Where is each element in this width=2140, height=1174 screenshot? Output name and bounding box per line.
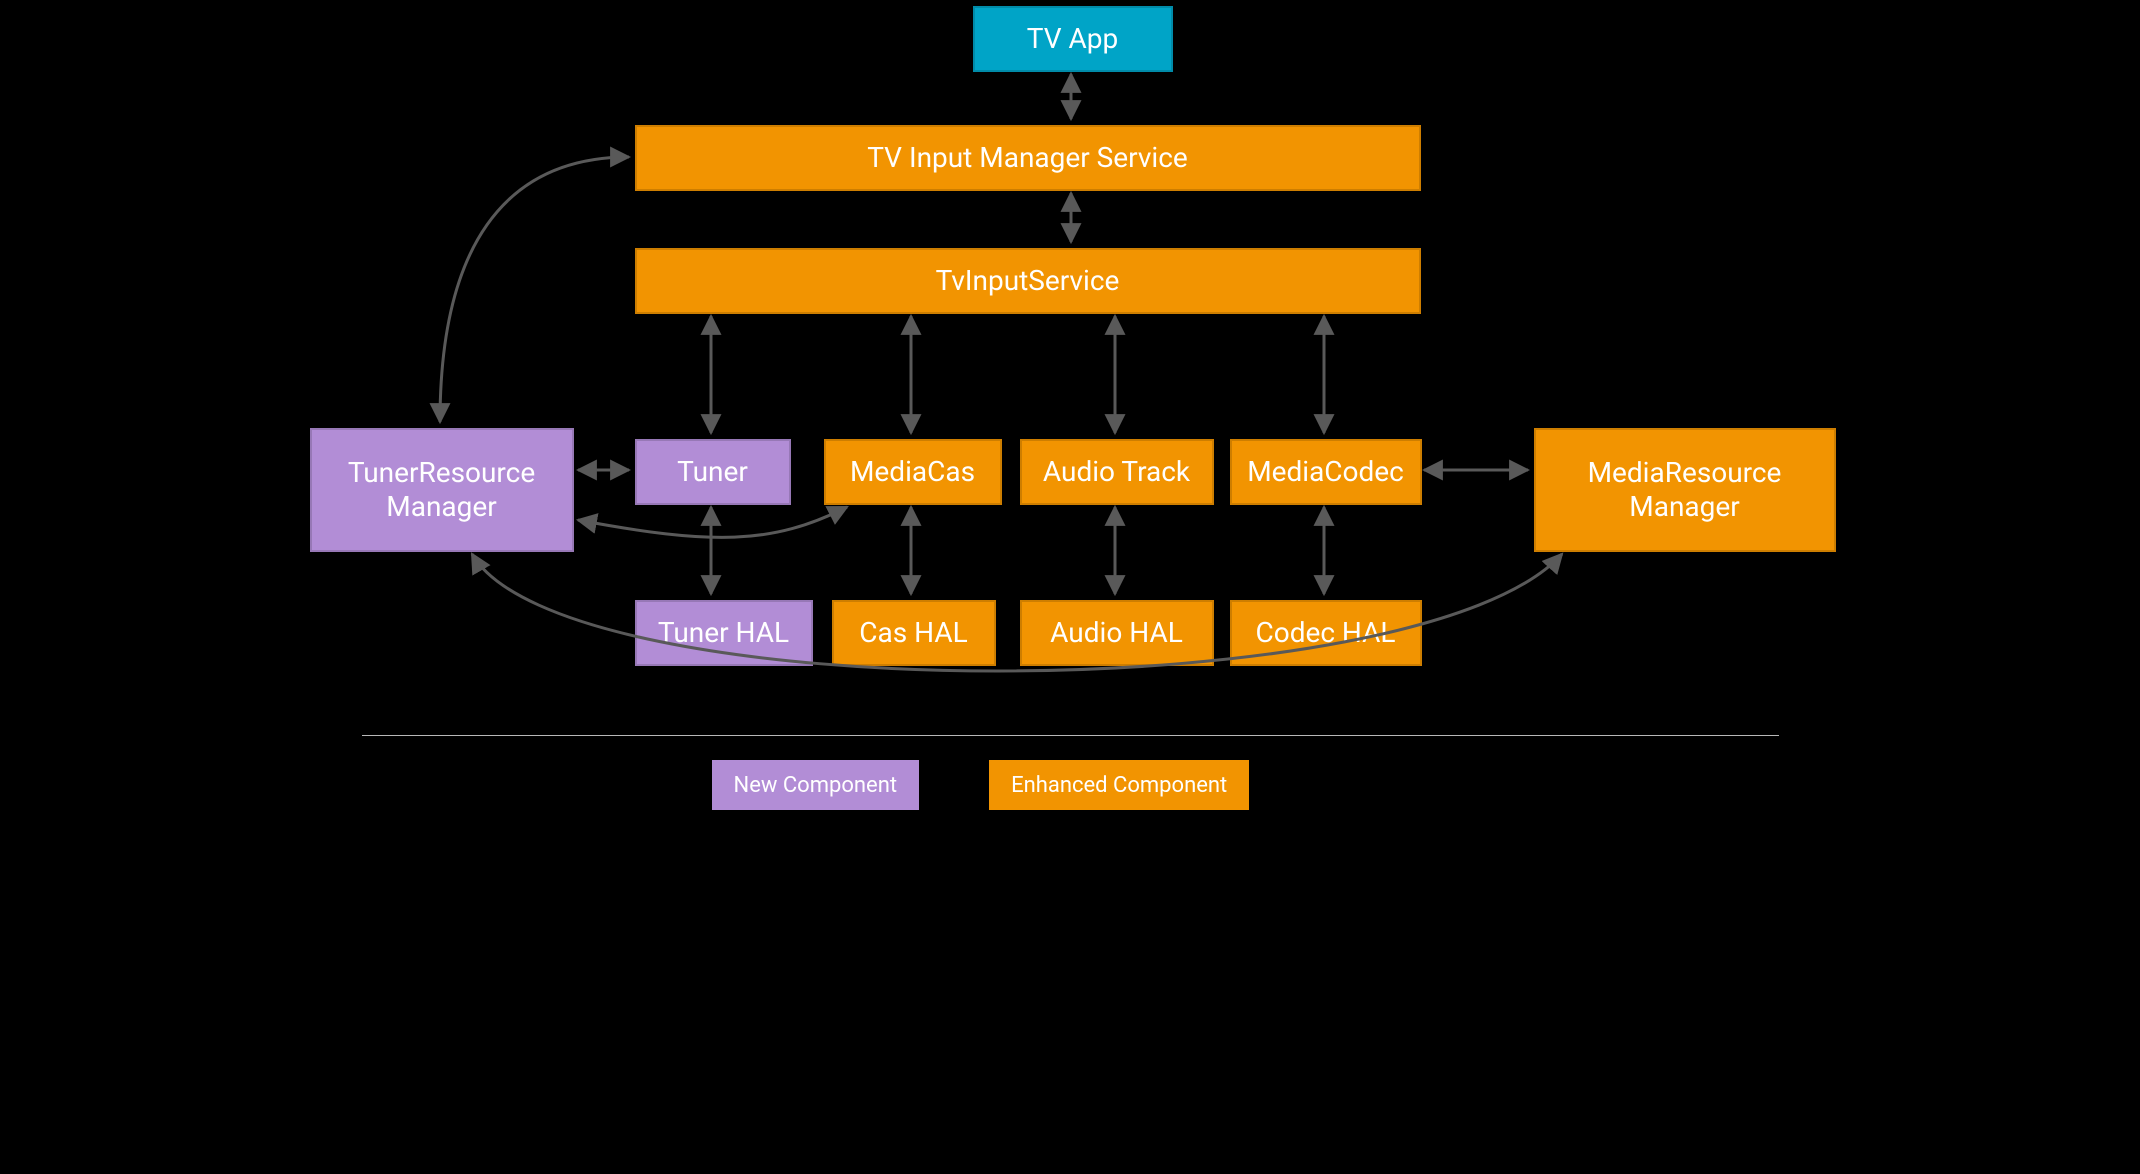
label: Tuner [677, 455, 748, 489]
box-tv-app: TV App [973, 6, 1173, 72]
label: Audio HAL [1050, 616, 1183, 650]
box-tis: TvInputService [635, 248, 1421, 314]
box-mediacas: MediaCas [824, 439, 1002, 505]
label: Audio Track [1043, 455, 1190, 489]
label: TunerResourceManager [348, 456, 535, 523]
label: MediaCodec [1247, 455, 1404, 489]
label: Codec HAL [1256, 616, 1396, 650]
arrow-trm-tims [440, 157, 629, 422]
label: MediaCas [850, 455, 975, 489]
box-mediacodec: MediaCodec [1230, 439, 1422, 505]
legend-new: New Component [712, 760, 920, 810]
label: TV Input Manager Service [867, 141, 1188, 175]
box-tims: TV Input Manager Service [635, 125, 1421, 191]
box-tuner-hal: Tuner HAL [635, 600, 813, 666]
box-mrm: MediaResourceManager [1534, 428, 1836, 552]
box-tuner: Tuner [635, 439, 791, 505]
legend-enhanced: Enhanced Component [989, 760, 1249, 810]
diagram-canvas: TV App TV Input Manager Service TvInputS… [302, 0, 1839, 812]
box-cas-hal: Cas HAL [832, 600, 996, 666]
box-audiotrack: Audio Track [1020, 439, 1214, 505]
box-audio-hal: Audio HAL [1020, 600, 1214, 666]
arrow-trm-mediacas [578, 507, 847, 537]
arrows-layer [302, 0, 1839, 812]
label: MediaResourceManager [1588, 456, 1782, 523]
label: Tuner HAL [658, 616, 789, 650]
legend: New Component Enhanced Component [712, 760, 1250, 810]
box-codec-hal: Codec HAL [1230, 600, 1422, 666]
label: TvInputService [936, 264, 1120, 298]
label: Cas HAL [859, 616, 967, 650]
label: TV App [1027, 22, 1118, 56]
box-trm: TunerResourceManager [310, 428, 574, 552]
legend-divider [362, 735, 1779, 736]
